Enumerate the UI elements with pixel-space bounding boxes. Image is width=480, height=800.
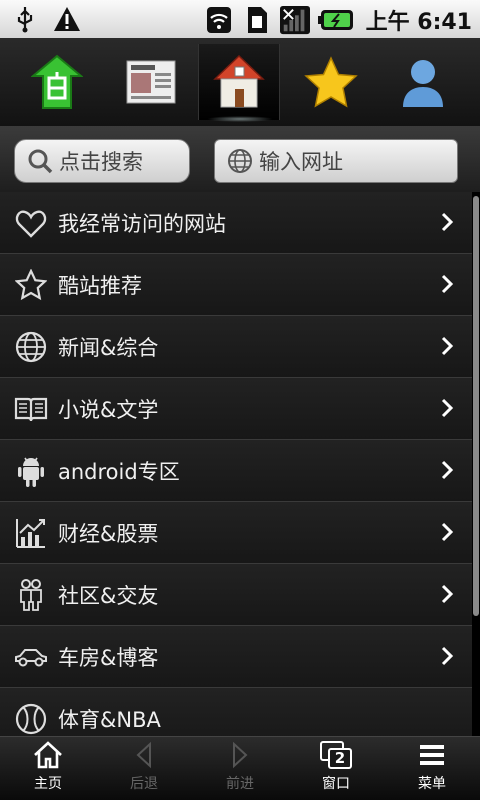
forward-button[interactable]: 前进 [192,741,288,799]
top-tab-bar [0,38,480,126]
url-placeholder: 输入网址 [259,150,343,174]
chevron-right-icon [441,274,454,294]
category-list: 我经常访问的网站 酷站推荐 新闻&综合 小说&文学 android专区 财经&股 [0,192,472,736]
chart-icon [14,516,48,550]
newspaper-icon [126,60,176,104]
clock: 上午 6:41 [365,10,472,35]
sim-icon [242,5,272,35]
people-icon [14,578,48,612]
list-item-label: 体育&NBA [58,707,161,732]
search-input[interactable]: 点击搜索 [14,139,190,183]
list-item-cars-blogs[interactable]: 车房&博客 [0,626,472,688]
list-item-fiction[interactable]: 小说&文学 [0,378,472,440]
list-item-finance[interactable]: 财经&股票 [0,502,472,564]
list-item-cool-sites[interactable]: 酷站推荐 [0,254,472,316]
tab-favorites[interactable] [290,44,372,120]
car-icon [14,640,48,674]
chevron-right-icon [441,398,454,418]
search-row: 点击搜索 输入网址 [0,126,480,192]
url-input[interactable]: 输入网址 [214,139,458,183]
home-button[interactable]: 主页 [0,741,96,799]
android-icon [14,454,48,488]
signal-icon [279,5,310,35]
menu-icon [420,745,444,765]
list-item-sports[interactable]: 体育&NBA [0,688,472,736]
list-item-label: 酷站推荐 [58,273,142,298]
usb-icon [10,4,40,34]
chevron-right-icon [441,522,454,542]
windows-button[interactable]: 2 窗口 [288,741,384,799]
list-item-label: 车房&博客 [58,645,159,670]
window-count-badge: 2 [328,748,352,769]
list-item-android[interactable]: android专区 [0,440,472,502]
warning-icon [52,4,82,34]
list-item-label: 我经常访问的网站 [58,211,226,236]
back-label: 后退 [130,776,158,792]
status-bar: 上午 6:41 [0,0,480,38]
book-icon [14,392,48,426]
home-label: 主页 [34,776,62,792]
list-item-label: 新闻&综合 [58,335,159,360]
back-button[interactable]: 后退 [96,741,192,799]
windows-label: 窗口 [322,776,350,792]
forward-arrow-icon [233,741,248,769]
chevron-right-icon [441,646,454,666]
wifi-icon [204,5,234,35]
list-item-community[interactable]: 社区&交友 [0,564,472,626]
tab-news[interactable] [110,44,192,120]
list-item-label: android专区 [58,459,180,484]
search-placeholder: 点击搜索 [59,150,143,174]
list-item-label: 财经&股票 [58,521,159,546]
chevron-right-icon [441,460,454,480]
list-item-frequent[interactable]: 我经常访问的网站 [0,192,472,254]
scrollbar[interactable] [473,196,479,616]
bottom-toolbar: 主页 后退 前进 2 窗口 菜单 [0,736,480,800]
chevron-right-icon [441,336,454,356]
chevron-right-icon [441,584,454,604]
ball-icon [14,702,48,736]
forward-label: 前进 [226,776,254,792]
list-item-label: 小说&文学 [58,397,159,422]
house-icon [213,54,265,108]
back-arrow-icon [136,741,151,769]
menu-label: 菜单 [418,776,446,792]
tab-house[interactable] [198,44,280,122]
tab-user[interactable] [382,44,464,120]
green-building-icon [31,54,83,109]
star-icon [304,56,358,108]
battery-icon [317,5,354,35]
globe-icon [14,330,48,364]
windows-icon: 2 [320,741,352,769]
home-icon [34,741,62,769]
list-item-label: 社区&交友 [58,583,159,608]
globe-icon [228,149,252,173]
user-icon [403,60,443,107]
chevron-right-icon [441,212,454,232]
tab-home[interactable] [16,44,98,120]
heart-icon [14,206,48,240]
list-item-news[interactable]: 新闻&综合 [0,316,472,378]
search-icon [28,149,53,174]
star-icon [14,268,48,302]
menu-button[interactable]: 菜单 [384,741,480,799]
